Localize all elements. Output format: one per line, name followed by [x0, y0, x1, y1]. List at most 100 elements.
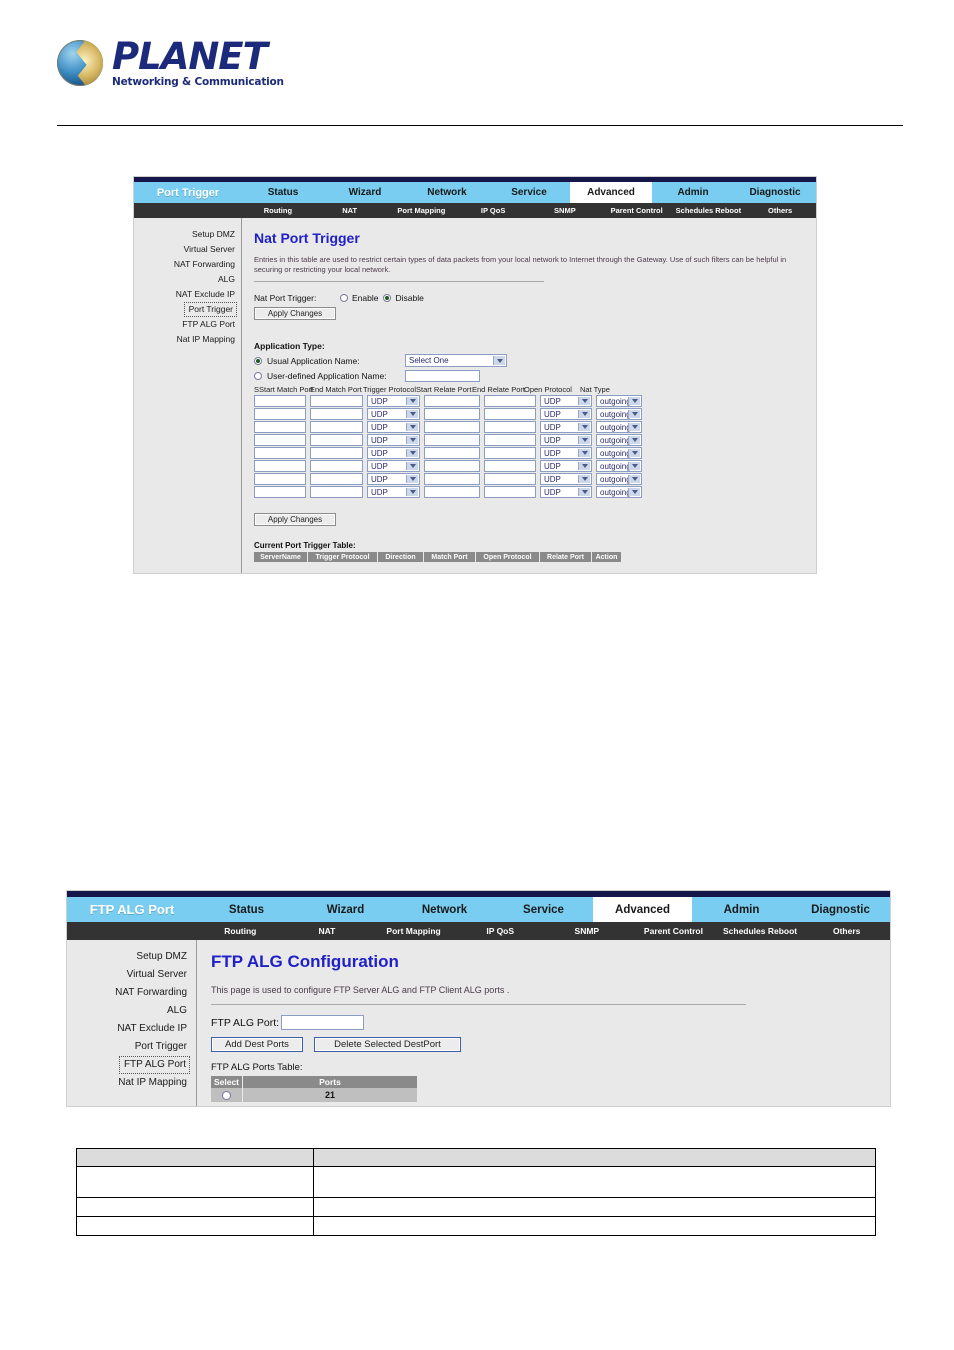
start-match-port-input-6[interactable] [254, 473, 306, 485]
end-match-port-input-5[interactable] [310, 460, 363, 472]
chevron-down-icon[interactable] [628, 462, 640, 470]
end-match-port-input-1[interactable] [310, 408, 363, 420]
start-match-port-input-4[interactable] [254, 447, 306, 459]
subnav-item-schedules-reboot[interactable]: Schedules Reboot [717, 922, 804, 940]
sidebar-item-alg[interactable]: ALG [167, 1002, 187, 1020]
sidebar-item-nat-ip-mapping[interactable]: Nat IP Mapping [177, 332, 235, 347]
open-protocol-select-3[interactable]: UDP [540, 434, 592, 446]
sidebar-item-ftp-alg-port[interactable]: FTP ALG Port [182, 317, 235, 332]
nav-item-wizard[interactable]: Wizard [296, 897, 395, 922]
start-relate-port-input-4[interactable] [424, 447, 480, 459]
nav-item-advanced[interactable]: Advanced [570, 182, 652, 203]
start-relate-port-input-7[interactable] [424, 486, 480, 498]
sidebar-item-alg[interactable]: ALG [218, 272, 235, 287]
chevron-down-icon[interactable] [406, 475, 418, 483]
nav-item-service[interactable]: Service [488, 182, 570, 203]
radio-user-defined-application-name[interactable] [254, 372, 262, 380]
apply-changes-button-top[interactable]: Apply Changes [254, 307, 336, 320]
nat-type-select-2[interactable]: outgoing [596, 421, 642, 433]
start-match-port-input-2[interactable] [254, 421, 306, 433]
nat-type-select-6[interactable]: outgoing [596, 473, 642, 485]
trigger-protocol-select-1[interactable]: UDP [367, 408, 420, 420]
sidebar-item-nat-forwarding[interactable]: NAT Forwarding [174, 257, 235, 272]
ftp-alg-port-input[interactable] [281, 1015, 365, 1030]
chevron-down-icon[interactable] [578, 410, 590, 418]
end-match-port-input-3[interactable] [310, 434, 363, 446]
open-protocol-select-0[interactable]: UDP [540, 395, 592, 407]
nav-item-service[interactable]: Service [494, 897, 593, 922]
chevron-down-icon[interactable] [578, 475, 590, 483]
delete-selected-destport-button[interactable]: Delete Selected DestPort [314, 1037, 461, 1052]
trigger-protocol-select-5[interactable]: UDP [367, 460, 420, 472]
subnav-item-parent-control[interactable]: Parent Control [630, 922, 717, 940]
sidebar-item-setup-dmz[interactable]: Setup DMZ [192, 227, 235, 242]
sidebar-item-setup-dmz[interactable]: Setup DMZ [136, 948, 187, 966]
td-select-radio-cell[interactable] [211, 1088, 243, 1102]
sidebar-item-ftp-alg-port[interactable]: FTP ALG Port [118, 1056, 190, 1074]
end-relate-port-input-4[interactable] [484, 447, 536, 459]
chevron-down-icon[interactable] [578, 397, 590, 405]
nav-item-diagnostic[interactable]: Diagnostic [791, 897, 890, 922]
trigger-protocol-select-4[interactable]: UDP [367, 447, 420, 459]
trigger-protocol-select-7[interactable]: UDP [367, 486, 420, 498]
subnav-item-snmp[interactable]: SNMP [529, 203, 601, 218]
end-match-port-input-7[interactable] [310, 486, 363, 498]
start-relate-port-input-1[interactable] [424, 408, 480, 420]
start-relate-port-input-5[interactable] [424, 460, 480, 472]
end-relate-port-input-7[interactable] [484, 486, 536, 498]
chevron-down-icon[interactable] [406, 488, 418, 496]
nat-type-select-4[interactable]: outgoing [596, 447, 642, 459]
sidebar-item-nat-exclude-ip[interactable]: NAT Exclude IP [176, 287, 235, 302]
trigger-protocol-select-6[interactable]: UDP [367, 473, 420, 485]
start-match-port-input-5[interactable] [254, 460, 306, 472]
sidebar-item-virtual-server[interactable]: Virtual Server [184, 242, 235, 257]
user-defined-application-name-input[interactable] [405, 370, 480, 382]
nav-item-wizard[interactable]: Wizard [324, 182, 406, 203]
subnav-item-port-mapping[interactable]: Port Mapping [386, 203, 458, 218]
end-match-port-input-6[interactable] [310, 473, 363, 485]
chevron-down-icon[interactable] [406, 436, 418, 444]
chevron-down-icon[interactable] [628, 475, 640, 483]
chevron-down-icon[interactable] [578, 462, 590, 470]
open-protocol-select-4[interactable]: UDP [540, 447, 592, 459]
sidebar-item-nat-exclude-ip[interactable]: NAT Exclude IP [117, 1020, 187, 1038]
subnav-item-others[interactable]: Others [744, 203, 816, 218]
nav-item-admin[interactable]: Admin [692, 897, 791, 922]
chevron-down-icon[interactable] [406, 410, 418, 418]
nav-item-admin[interactable]: Admin [652, 182, 734, 203]
subnav-item-ip-qos[interactable]: IP QoS [457, 922, 544, 940]
chevron-down-icon[interactable] [578, 449, 590, 457]
chevron-down-icon[interactable] [578, 488, 590, 496]
start-relate-port-input-6[interactable] [424, 473, 480, 485]
radio-enable[interactable] [340, 294, 348, 302]
start-match-port-input-0[interactable] [254, 395, 306, 407]
open-protocol-select-1[interactable]: UDP [540, 408, 592, 420]
radio-disable[interactable] [383, 294, 392, 302]
nav-item-advanced[interactable]: Advanced [593, 897, 692, 922]
chevron-down-icon[interactable] [628, 410, 640, 418]
end-relate-port-input-0[interactable] [484, 395, 536, 407]
end-relate-port-input-2[interactable] [484, 421, 536, 433]
subnav-item-snmp[interactable]: SNMP [544, 922, 631, 940]
trigger-protocol-select-2[interactable]: UDP [367, 421, 420, 433]
start-match-port-input-1[interactable] [254, 408, 306, 420]
chevron-down-icon[interactable] [578, 436, 590, 444]
chevron-down-icon[interactable] [578, 423, 590, 431]
start-match-port-input-3[interactable] [254, 434, 306, 446]
subnav-item-routing[interactable]: Routing [242, 203, 314, 218]
row-select-radio[interactable] [222, 1090, 231, 1100]
subnav-item-parent-control[interactable]: Parent Control [601, 203, 673, 218]
subnav-item-others[interactable]: Others [803, 922, 890, 940]
subnav-item-schedules-reboot[interactable]: Schedules Reboot [673, 203, 745, 218]
add-dest-ports-button[interactable]: Add Dest Ports [211, 1037, 303, 1052]
end-relate-port-input-6[interactable] [484, 473, 536, 485]
usual-application-name-select[interactable]: Select One [405, 354, 507, 367]
nav-item-status[interactable]: Status [242, 182, 324, 203]
end-match-port-input-2[interactable] [310, 421, 363, 433]
chevron-down-icon[interactable] [628, 397, 640, 405]
nav-item-status[interactable]: Status [197, 897, 296, 922]
radio-usual-application-name[interactable] [254, 356, 262, 365]
chevron-down-icon[interactable] [628, 488, 640, 496]
subnav-item-ip-qos[interactable]: IP QoS [457, 203, 529, 218]
chevron-down-icon[interactable] [493, 356, 505, 365]
